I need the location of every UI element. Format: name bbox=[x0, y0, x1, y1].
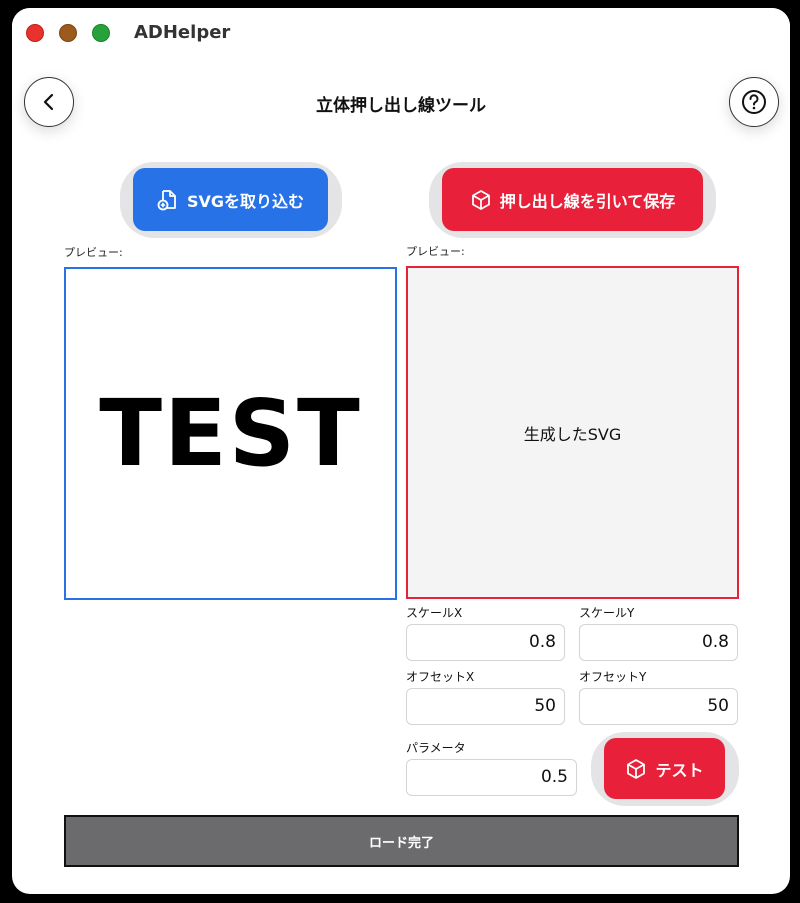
extrude-save-button[interactable]: 押し出し線を引いて保存 bbox=[442, 168, 703, 231]
import-svg-label: SVGを取り込む bbox=[186, 191, 305, 211]
question-circle-icon bbox=[742, 90, 766, 114]
test-button-label: テスト bbox=[655, 760, 704, 780]
offset-x-label: オフセットX bbox=[406, 670, 475, 684]
generated-svg-preview: 生成したSVG bbox=[406, 266, 739, 599]
import-svg-button[interactable]: SVGを取り込む bbox=[133, 168, 328, 231]
cube-icon bbox=[627, 758, 646, 779]
parameter-input[interactable]: 0.5 bbox=[406, 759, 577, 796]
extrude-save-label: 押し出し線を引いて保存 bbox=[499, 191, 676, 211]
scale-y-input[interactable]: 0.8 bbox=[579, 624, 738, 661]
app-window: ADHelper 立体押し出し線ツール SVGを取り込む 押し出し線を引いて保存… bbox=[12, 8, 790, 894]
file-add-icon bbox=[157, 189, 176, 210]
preview-text: TEST bbox=[99, 380, 362, 487]
scale-x-input[interactable]: 0.8 bbox=[406, 624, 565, 661]
title-bar: ADHelper bbox=[12, 8, 790, 58]
maximize-window-button[interactable] bbox=[92, 24, 110, 42]
right-preview-label: プレビュー: bbox=[406, 245, 465, 258]
left-preview-label: プレビュー: bbox=[64, 246, 123, 259]
generated-svg-placeholder: 生成したSVG bbox=[523, 424, 622, 444]
offset-y-input[interactable]: 50 bbox=[579, 688, 738, 725]
cube-icon bbox=[471, 189, 490, 210]
help-button[interactable] bbox=[729, 77, 779, 127]
offset-x-input[interactable]: 50 bbox=[406, 688, 565, 725]
status-bar: ロード完了 bbox=[64, 815, 739, 867]
page-title: 立体押し出し線ツール bbox=[316, 96, 486, 116]
parameter-label: パラメータ bbox=[406, 741, 466, 755]
app-title: ADHelper bbox=[134, 22, 231, 43]
minimize-window-button[interactable] bbox=[59, 24, 77, 42]
scale-x-label: スケールX bbox=[406, 606, 463, 620]
offset-y-label: オフセットY bbox=[579, 670, 647, 684]
scale-y-label: スケールY bbox=[579, 606, 635, 620]
source-svg-preview: TEST bbox=[64, 267, 397, 600]
status-text: ロード完了 bbox=[368, 835, 434, 851]
close-window-button[interactable] bbox=[26, 24, 44, 42]
test-button[interactable]: テスト bbox=[604, 738, 725, 799]
